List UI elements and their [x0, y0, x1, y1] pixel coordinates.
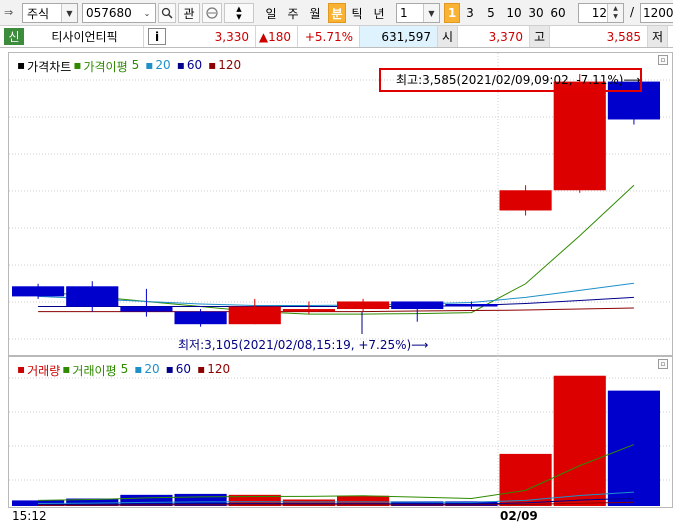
candle-body — [228, 306, 281, 325]
volume-bar — [607, 390, 660, 506]
high-annotation: 최고:3,585(2021/02/09,09:02, -7.11%)⟶ — [396, 73, 641, 87]
candle-body — [120, 306, 173, 312]
x-tick-label: 02/09 — [500, 509, 538, 523]
x-axis: 15:12 02/09 — [0, 508, 673, 524]
low-annotation: 최저:3,105(2021/02/08,15:19, +7.25%)⟶ — [178, 338, 429, 352]
candle-body — [553, 81, 606, 191]
volume-bar — [553, 375, 606, 506]
candle-body — [12, 286, 65, 297]
volume-bar — [499, 453, 552, 506]
candle-body — [282, 309, 335, 312]
candle-body — [174, 311, 227, 325]
candle-body — [66, 286, 119, 307]
candle-body — [337, 301, 390, 310]
candle-body — [391, 301, 444, 310]
candle-body — [499, 190, 552, 211]
candle-body — [445, 303, 498, 307]
x-tick-label: 15:12 — [12, 509, 47, 523]
